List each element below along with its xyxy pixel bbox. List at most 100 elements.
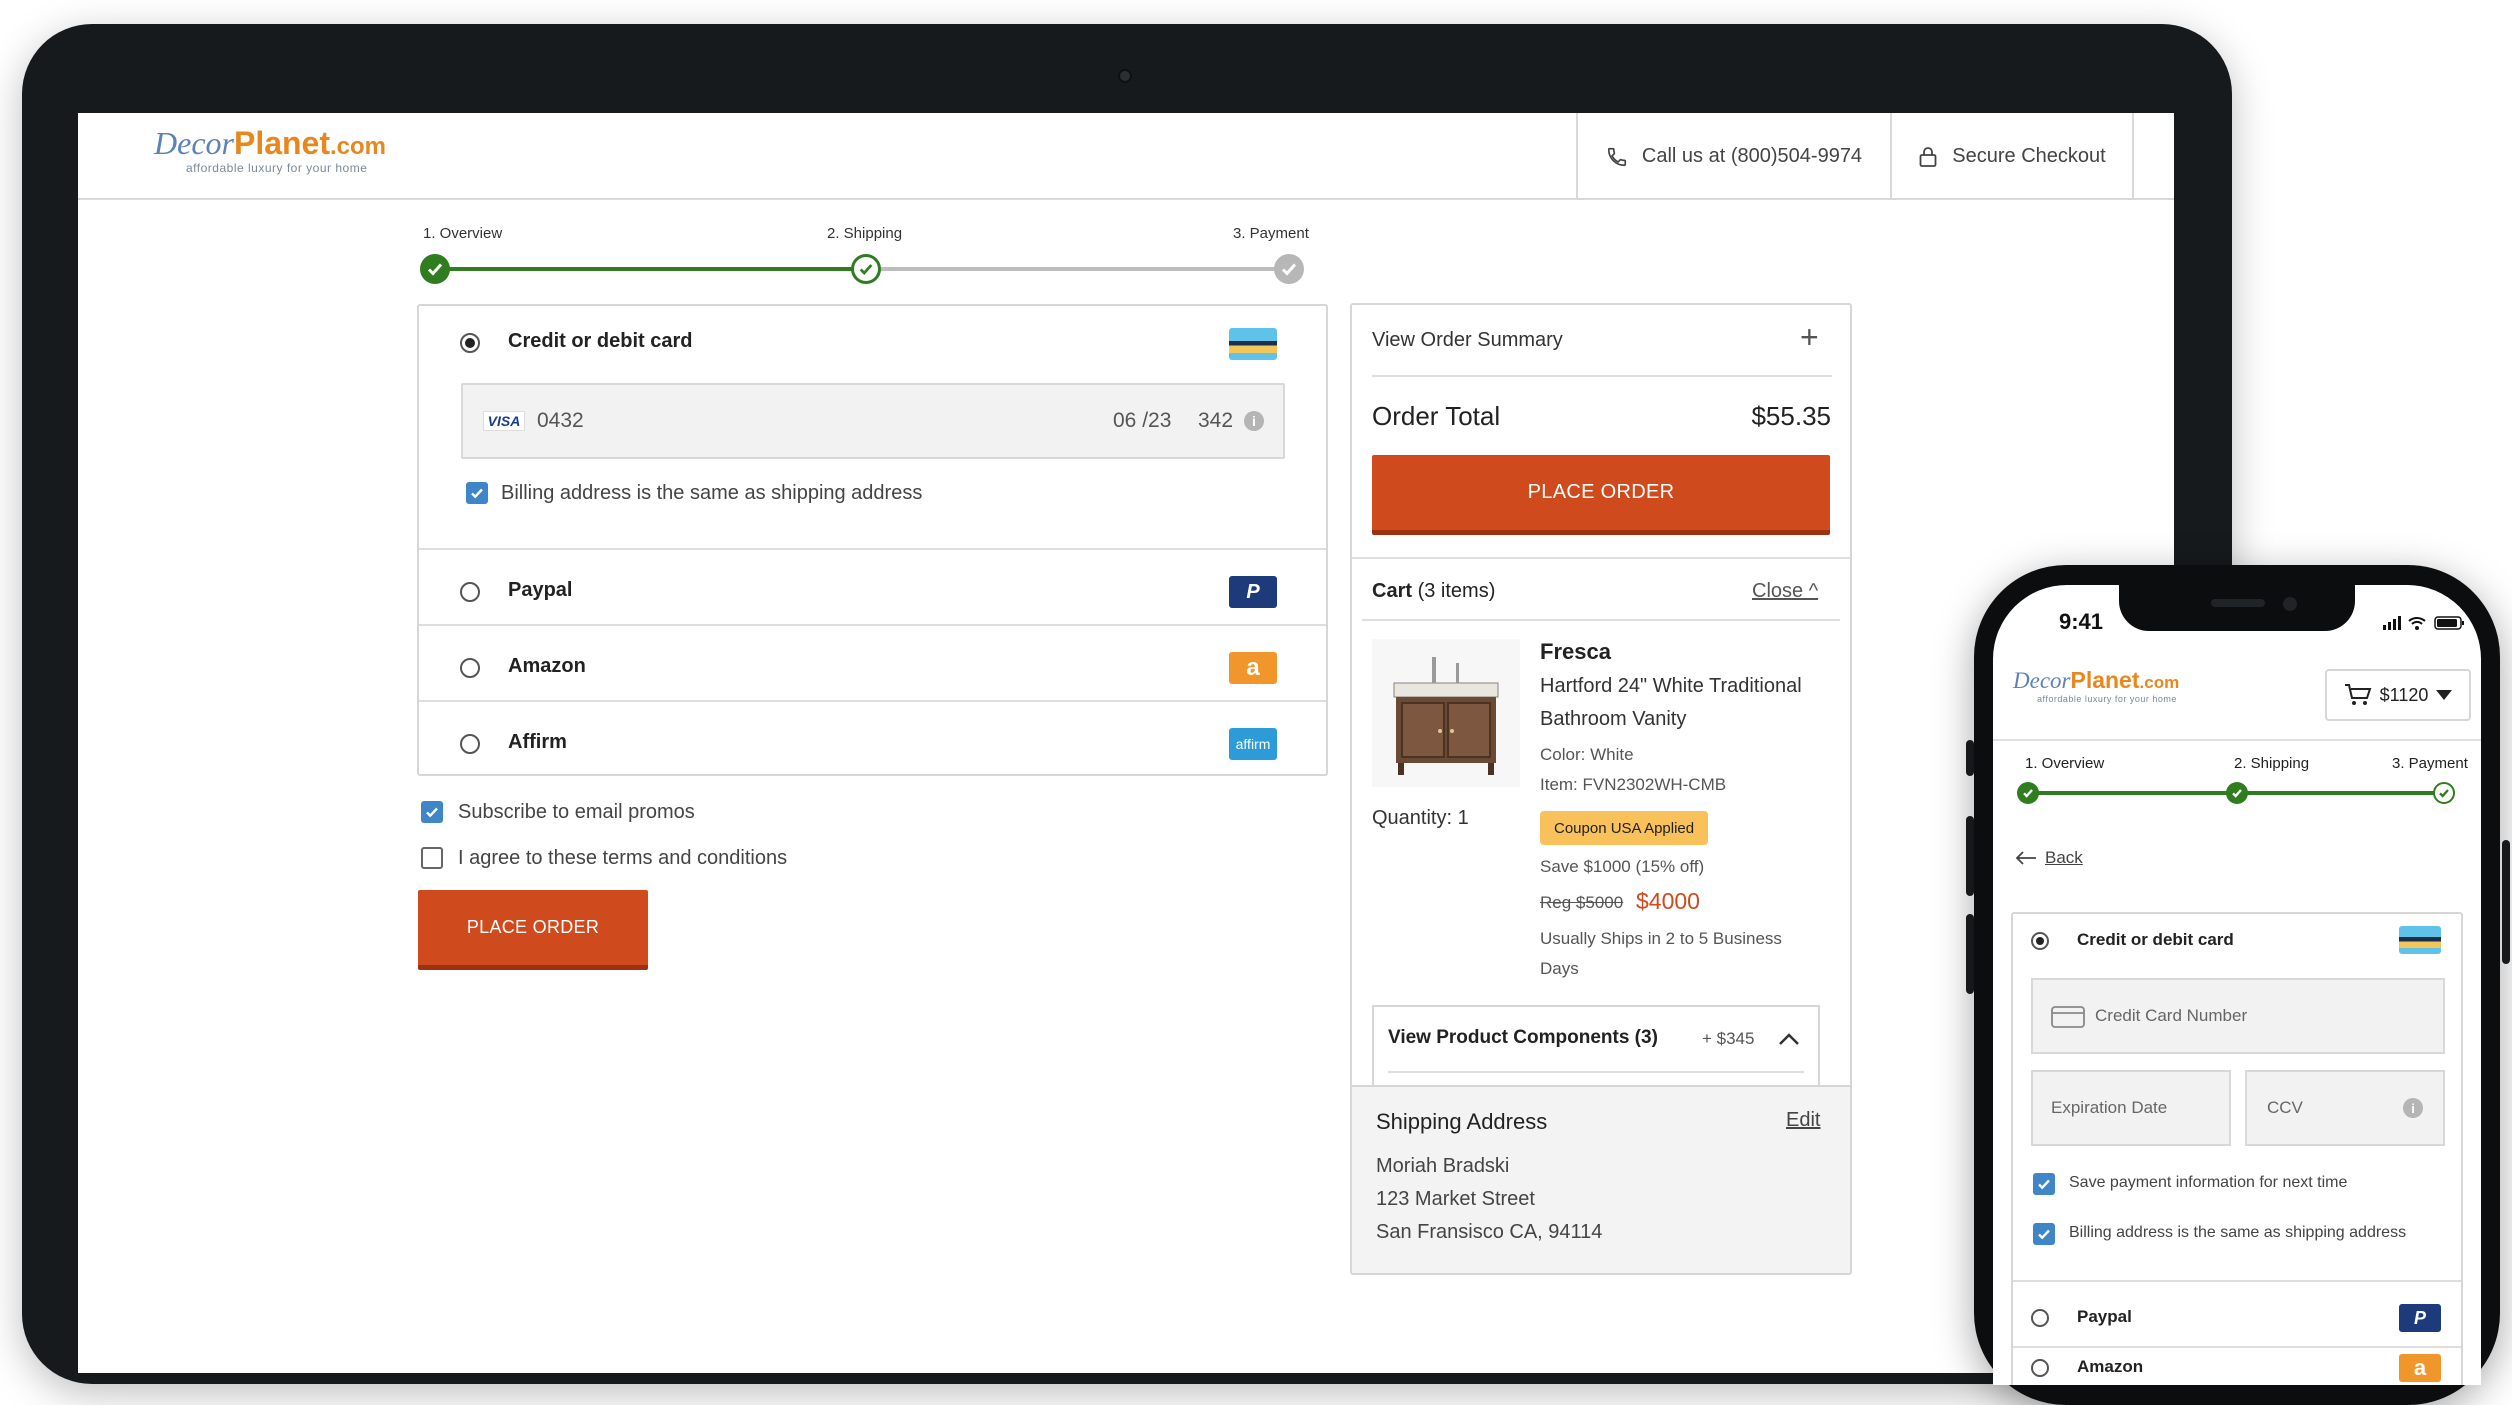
vanity-image xyxy=(1393,657,1499,775)
mobile-logo-decor: Decor xyxy=(2013,668,2071,693)
product-name-line2[interactable]: Bathroom Vanity xyxy=(1540,708,1686,731)
amazon-icon: a xyxy=(1229,652,1277,684)
product-brand: Fresca xyxy=(1540,639,1611,664)
mobile-card-number-placeholder: Credit Card Number xyxy=(2095,1006,2248,1025)
summary-place-order-button[interactable]: PLACE ORDER xyxy=(1372,455,1830,535)
product-color: Color: White xyxy=(1540,745,1634,764)
mobile-expiration-input[interactable]: Expiration Date xyxy=(2031,1070,2231,1146)
phone-notch xyxy=(2119,585,2355,631)
divider xyxy=(419,548,1326,550)
affirm-radio[interactable] xyxy=(460,734,480,754)
mobile-back-link[interactable]: Back xyxy=(2015,848,2083,868)
divider xyxy=(419,700,1326,702)
mobile-brand-logo[interactable]: DecorPlanet.com affordable luxury for yo… xyxy=(2013,668,2180,705)
mobile-logo-com: .com xyxy=(2139,673,2180,692)
saved-card-field[interactable]: VISA 0432 06 /23 342 i xyxy=(461,383,1285,459)
coupon-badge: Coupon USA Applied xyxy=(1540,811,1709,845)
product-item-number: Item: FVN2302WH-CMB xyxy=(1540,775,1727,794)
phone-side-button xyxy=(1966,914,1974,994)
mobile-credit-label: Credit or debit card xyxy=(2077,930,2234,949)
mobile-paypal-label: Paypal xyxy=(2077,1307,2132,1326)
brand-logo[interactable]: DecorPlanet.com affordable luxury for yo… xyxy=(154,127,386,175)
arrow-left-icon xyxy=(2015,851,2036,865)
step-shipping-label: 2. Shipping xyxy=(827,225,903,242)
call-us-link[interactable]: Call us at (800)504-9974 xyxy=(1576,113,1890,200)
logo-com: .com xyxy=(330,133,387,160)
caret-down-icon xyxy=(2436,690,2453,700)
site-header: DecorPlanet.com affordable luxury for yo… xyxy=(78,113,2174,200)
visa-icon: VISA xyxy=(483,411,525,431)
billing-same-checkbox[interactable] xyxy=(466,482,488,504)
mobile-cart-total: $1120 xyxy=(2379,684,2429,705)
product-savings: Save $1000 (15% off) xyxy=(1540,857,1705,876)
expand-plus-icon[interactable]: + xyxy=(1800,319,1819,356)
cart-heading: Cart (3 items) xyxy=(1372,580,1495,603)
front-camera xyxy=(2283,597,2297,611)
terms-checkbox[interactable] xyxy=(421,847,443,869)
mobile-ccv-placeholder: CCV xyxy=(2267,1098,2303,1117)
mobile-step-payment-check-icon[interactable] xyxy=(2433,782,2455,804)
mobile-save-payment-label: Save payment information for next time xyxy=(2069,1174,2348,1191)
shipping-edit-link[interactable]: Edit xyxy=(1786,1109,1820,1132)
step-overview-check-icon[interactable] xyxy=(420,254,450,284)
laptop-camera xyxy=(1118,69,1132,83)
phone-side-button xyxy=(1966,816,1974,896)
paypal-label: Paypal xyxy=(508,579,573,601)
secure-checkout-text: Secure Checkout xyxy=(1952,145,2106,167)
step-shipping-check-icon[interactable] xyxy=(851,254,881,284)
step-payment-label: 3. Payment xyxy=(1233,225,1309,242)
info-icon[interactable]: i xyxy=(1244,411,1264,431)
mobile-step-payment: 3. Payment xyxy=(2392,755,2468,772)
paypal-radio[interactable] xyxy=(460,582,480,602)
step-payment-check-icon[interactable] xyxy=(1274,254,1304,284)
mobile-amazon-icon: a xyxy=(2399,1354,2441,1382)
mobile-card-number-input[interactable]: Credit Card Number xyxy=(2031,978,2445,1054)
mobile-amazon-label: Amazon xyxy=(2077,1357,2144,1376)
status-time: 9:41 xyxy=(2059,609,2104,634)
mobile-billing-same-checkbox[interactable] xyxy=(2033,1223,2055,1245)
subscribe-label: Subscribe to email promos xyxy=(458,801,695,823)
divider xyxy=(1993,739,2481,741)
divider xyxy=(2013,1280,2461,1282)
mobile-cart-button[interactable]: $1120 xyxy=(2325,669,2471,721)
mobile-payment-card: Credit or debit card Credit Card Number … xyxy=(2011,912,2463,1385)
cart-label: Cart xyxy=(1372,580,1413,602)
place-order-button[interactable]: PLACE ORDER xyxy=(418,890,648,970)
cart-close-link[interactable]: Close ^ xyxy=(1752,580,1818,603)
mobile-amazon-radio[interactable] xyxy=(2031,1359,2049,1377)
phone-icon xyxy=(1607,147,1626,166)
mobile-paypal-radio[interactable] xyxy=(2031,1309,2049,1327)
cart-icon xyxy=(2344,684,2372,705)
card-outline-icon xyxy=(2051,1006,2085,1028)
view-order-summary-label[interactable]: View Order Summary xyxy=(1372,329,1563,352)
mobile-save-payment-checkbox[interactable] xyxy=(2033,1173,2055,1195)
mobile-step-overview-check-icon[interactable] xyxy=(2017,782,2039,804)
product-name-line1[interactable]: Hartford 24" White Traditional xyxy=(1540,675,1802,698)
product-shipping-line1: Usually Ships in 2 to 5 Business xyxy=(1540,929,1782,948)
mobile-step-shipping-check-icon[interactable] xyxy=(2226,782,2248,804)
components-label: View Product Components (3) xyxy=(1388,1027,1658,1048)
paypal-icon: P xyxy=(1229,576,1277,608)
mobile-credit-radio[interactable] xyxy=(2031,932,2049,950)
call-us-text: Call us at (800)504-9974 xyxy=(1641,145,1863,167)
card-cvv: 342 xyxy=(1198,409,1234,432)
chevron-up-icon xyxy=(1779,1033,1799,1045)
order-total-value: $55.35 xyxy=(1751,401,1831,431)
divider xyxy=(2013,1346,2461,1348)
mobile-credit-card-icon xyxy=(2399,926,2441,954)
divider xyxy=(419,624,1326,626)
lock-icon xyxy=(1919,146,1937,167)
amazon-radio[interactable] xyxy=(460,658,480,678)
credit-card-radio[interactable] xyxy=(460,333,480,353)
phone-side-button xyxy=(1966,740,1974,776)
mobile-ccv-info-icon[interactable]: i xyxy=(2403,1098,2423,1118)
billing-same-label: Billing address is the same as shipping … xyxy=(501,482,923,504)
divider xyxy=(1352,557,1850,559)
product-components-toggle[interactable]: View Product Components (3) + $345 xyxy=(1372,1005,1820,1085)
subscribe-checkbox[interactable] xyxy=(421,801,443,823)
laptop-screen: DecorPlanet.com affordable luxury for yo… xyxy=(78,113,2174,1373)
progress-done-line xyxy=(433,267,866,271)
mobile-ccv-input[interactable]: CCV i xyxy=(2245,1070,2445,1146)
payment-options-card: Credit or debit card VISA 0432 06 /23 34… xyxy=(417,304,1328,776)
product-image[interactable] xyxy=(1372,639,1520,787)
